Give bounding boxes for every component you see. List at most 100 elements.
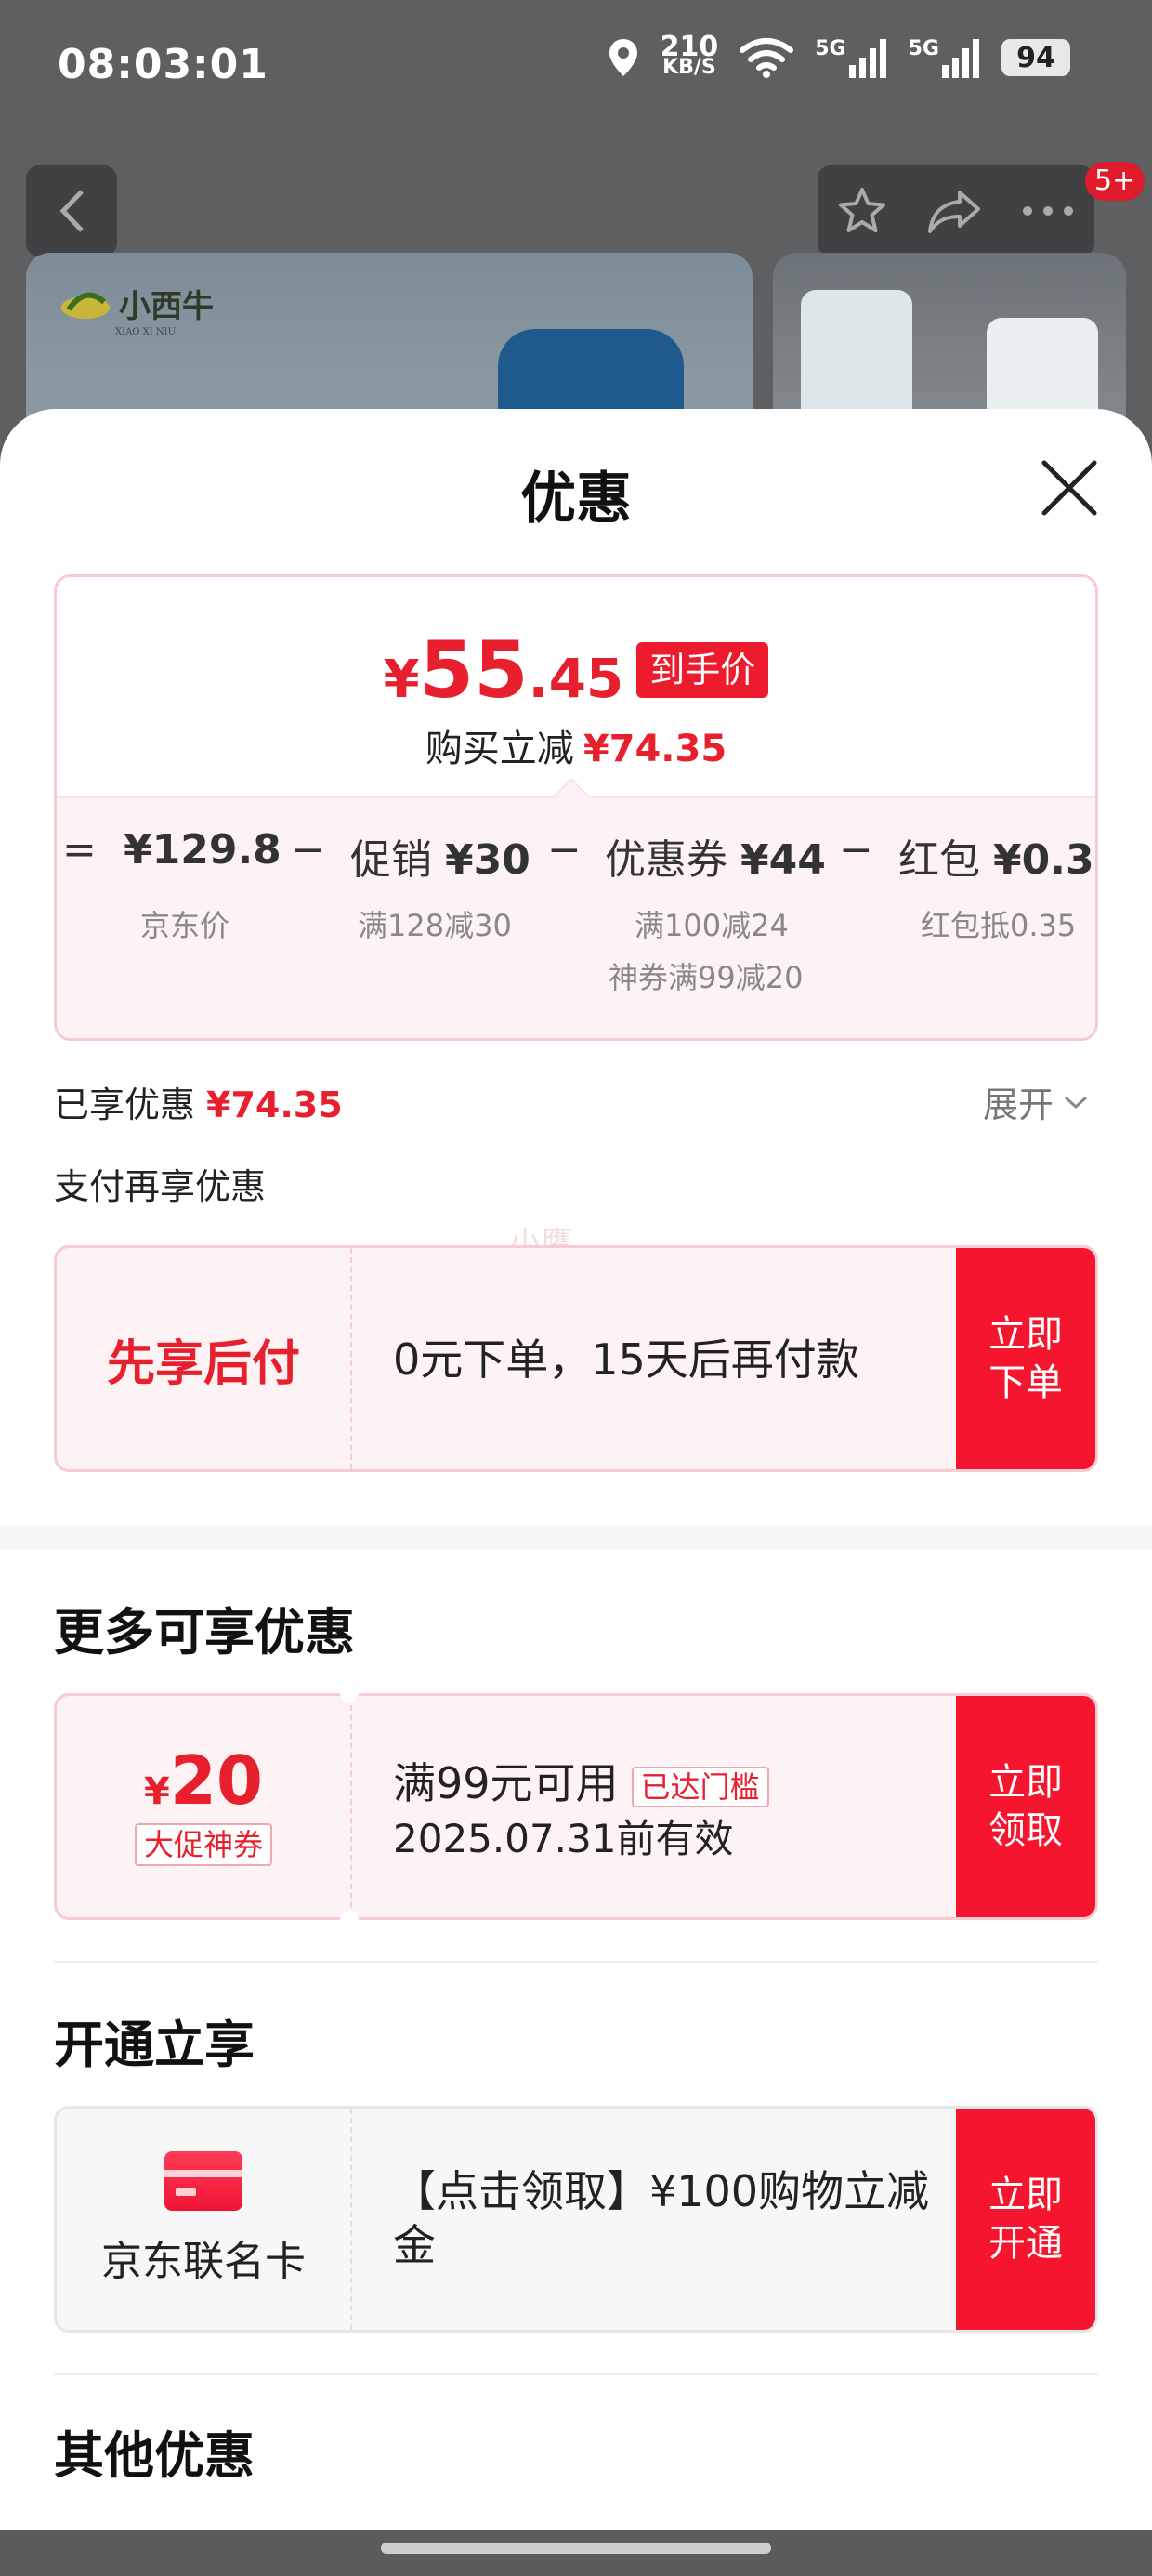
pay-more-heading: 支付再享优惠 bbox=[54, 1166, 267, 1207]
signal-bars-icon bbox=[848, 39, 886, 78]
more-icon[interactable] bbox=[1020, 202, 1076, 220]
share-icon[interactable] bbox=[926, 185, 982, 237]
claim-coupon-button[interactable]: 立即 领取 bbox=[956, 1696, 1095, 1917]
pay-later-offer[interactable]: 先享后付 0元下单，15天后再付款 立即 下单 bbox=[54, 1245, 1098, 1472]
coupon-amount-col: ¥20 大促神券 bbox=[57, 1696, 352, 1917]
leaf-logo-icon bbox=[61, 292, 110, 319]
coupon-card[interactable]: ¥20 大促神券 满99元可用 已达门槛 2025.07.31前有效 立即 领取 bbox=[54, 1693, 1098, 1920]
more-offers-title: 更多可享优惠 bbox=[54, 1603, 355, 1662]
promo-name: 促销 bbox=[350, 836, 432, 884]
minus-sign: − bbox=[547, 826, 582, 874]
card-offer-desc: 【点击领取】¥100购物立减金 bbox=[393, 2166, 930, 2270]
back-button[interactable] bbox=[26, 165, 117, 256]
brand-logo: 小西牛 bbox=[59, 281, 214, 326]
card-offer-left: 京东联名卡 bbox=[57, 2109, 352, 2330]
credit-card-icon bbox=[164, 2151, 242, 2211]
instant-discount-label: 购买立减 bbox=[425, 728, 574, 770]
coupon-face-value: ¥20 bbox=[144, 1747, 263, 1814]
status-time: 08:03:01 bbox=[58, 41, 268, 88]
co-branded-card-offer[interactable]: 京东联名卡 【点击领取】¥100购物立减金 立即 开通 bbox=[54, 2106, 1098, 2333]
jd-price-label: 京东价 bbox=[140, 908, 230, 943]
price-summary-card: ¥55.45 到手价 购买立减 ¥74.35 = ¥129.8 京东价 − 促销 … bbox=[54, 574, 1098, 1041]
message-count-badge: 5+ bbox=[1085, 162, 1145, 201]
coupon-value: 优惠券 ¥44 bbox=[605, 826, 826, 886]
coupon-validity: 2025.07.31前有效 bbox=[393, 1816, 734, 1861]
chevron-left-icon bbox=[59, 190, 84, 232]
coupon-notch-bottom bbox=[340, 1911, 359, 1929]
product-page-background: 5+ 小西牛 XIAO XI NIU bbox=[0, 139, 1152, 476]
equals-sign: = bbox=[62, 826, 97, 874]
coupon-amount-value: 20 bbox=[169, 1741, 264, 1820]
red-packet-name: 红包 bbox=[898, 836, 980, 884]
red-packet-amount: ¥0.35 bbox=[993, 836, 1095, 884]
final-price-tag: 到手价 bbox=[636, 642, 769, 698]
enjoyed-discount-amount: ¥74.35 bbox=[206, 1084, 343, 1125]
pay-later-left: 先享后付 bbox=[57, 1248, 352, 1469]
net-speed-unit: KB/S bbox=[662, 56, 716, 79]
location-icon bbox=[609, 39, 637, 76]
pay-later-desc: 0元下单，15天后再付款 bbox=[393, 1334, 859, 1385]
sheet-title: 优惠 bbox=[520, 467, 632, 532]
price-integer: 55 bbox=[419, 624, 529, 716]
card-offer-name: 京东联名卡 bbox=[101, 2238, 306, 2285]
signal-1: 5G bbox=[815, 37, 887, 78]
coupon-notch-top bbox=[340, 1684, 359, 1702]
pay-later-title: 先享后付 bbox=[106, 1335, 300, 1392]
enjoyed-discount: 已享优惠 ¥74.35 bbox=[54, 1076, 343, 1127]
minus-sign: − bbox=[839, 826, 873, 874]
coupon-condition-row: 满99元可用 已达门槛 bbox=[393, 1750, 769, 1811]
coupon-amount: ¥44 bbox=[740, 836, 826, 884]
promo-amount: ¥30 bbox=[445, 836, 530, 884]
other-offers-title: 其他优惠 bbox=[54, 2426, 255, 2485]
price-decimal: .45 bbox=[528, 647, 624, 710]
open-offers-title: 开通立享 bbox=[54, 2016, 255, 2074]
claim-line2: 领取 bbox=[988, 1809, 1063, 1852]
home-indicator[interactable] bbox=[381, 2543, 771, 2554]
status-icons: 210 KB/S 5G 5G 94 bbox=[607, 31, 1070, 79]
jd-price-amount: ¥129.8 bbox=[124, 826, 281, 874]
claim-line1: 立即 bbox=[988, 1761, 1063, 1804]
divider-line bbox=[54, 2373, 1098, 2375]
coupon-type-tag: 大促神券 bbox=[134, 1823, 272, 1866]
jd-price-value: ¥129.8 bbox=[124, 826, 281, 874]
order-now-line1: 立即 bbox=[988, 1313, 1063, 1356]
chevron-down-icon bbox=[1065, 1096, 1088, 1109]
final-price: ¥55.45 到手价 bbox=[57, 631, 1095, 709]
coupon-label: 满100减24 bbox=[635, 908, 789, 943]
order-now-button[interactable]: 立即 下单 bbox=[956, 1248, 1095, 1469]
coupon-label-2: 神券满99减20 bbox=[609, 960, 804, 995]
breakdown-pointer bbox=[553, 778, 590, 815]
open-card-button[interactable]: 立即 开通 bbox=[956, 2109, 1095, 2330]
red-packet-value: 红包 ¥0.35 bbox=[898, 826, 1095, 886]
signal-bars-icon bbox=[942, 39, 979, 78]
signal-1-label: 5G bbox=[815, 37, 846, 60]
threshold-reached-tag: 已达门槛 bbox=[631, 1766, 769, 1807]
currency-symbol: ¥ bbox=[383, 650, 420, 710]
wifi-icon bbox=[740, 38, 794, 78]
divider-line bbox=[54, 1961, 1098, 1963]
signal-2-label: 5G bbox=[908, 37, 939, 60]
promo-label: 满128减30 bbox=[358, 908, 512, 943]
brand-name: 小西牛 bbox=[119, 288, 214, 325]
price-breakdown: = ¥129.8 京东价 − 促销 ¥30 满128减30 − 优惠券 ¥44 … bbox=[57, 778, 1095, 1038]
battery-indicator: 94 bbox=[1001, 39, 1070, 76]
star-icon[interactable] bbox=[836, 185, 888, 237]
coupon-name: 优惠券 bbox=[605, 836, 727, 884]
status-bar: 08:03:01 210 KB/S 5G 5G 94 bbox=[0, 0, 1152, 139]
expand-toggle[interactable]: 展开 bbox=[983, 1076, 1089, 1127]
open-card-line1: 立即 bbox=[988, 2174, 1063, 2216]
minus-sign: − bbox=[291, 826, 325, 874]
section-divider bbox=[0, 1526, 1152, 1550]
net-speed-value: 210 bbox=[660, 31, 719, 63]
close-icon[interactable] bbox=[1039, 457, 1100, 519]
net-speed: 210 KB/S bbox=[660, 31, 719, 79]
red-packet-label: 红包抵0.35 bbox=[921, 908, 1077, 943]
open-card-line2: 开通 bbox=[988, 2222, 1063, 2265]
final-price-amount: ¥55.45 bbox=[384, 631, 624, 709]
top-actions bbox=[818, 165, 1094, 256]
coupon-condition: 满99元可用 bbox=[393, 1758, 619, 1808]
instant-discount-amount: ¥74.35 bbox=[583, 728, 727, 770]
expand-label: 展开 bbox=[983, 1084, 1054, 1125]
signal-2: 5G bbox=[909, 37, 981, 78]
instant-discount: 购买立减 ¥74.35 bbox=[57, 718, 1095, 772]
